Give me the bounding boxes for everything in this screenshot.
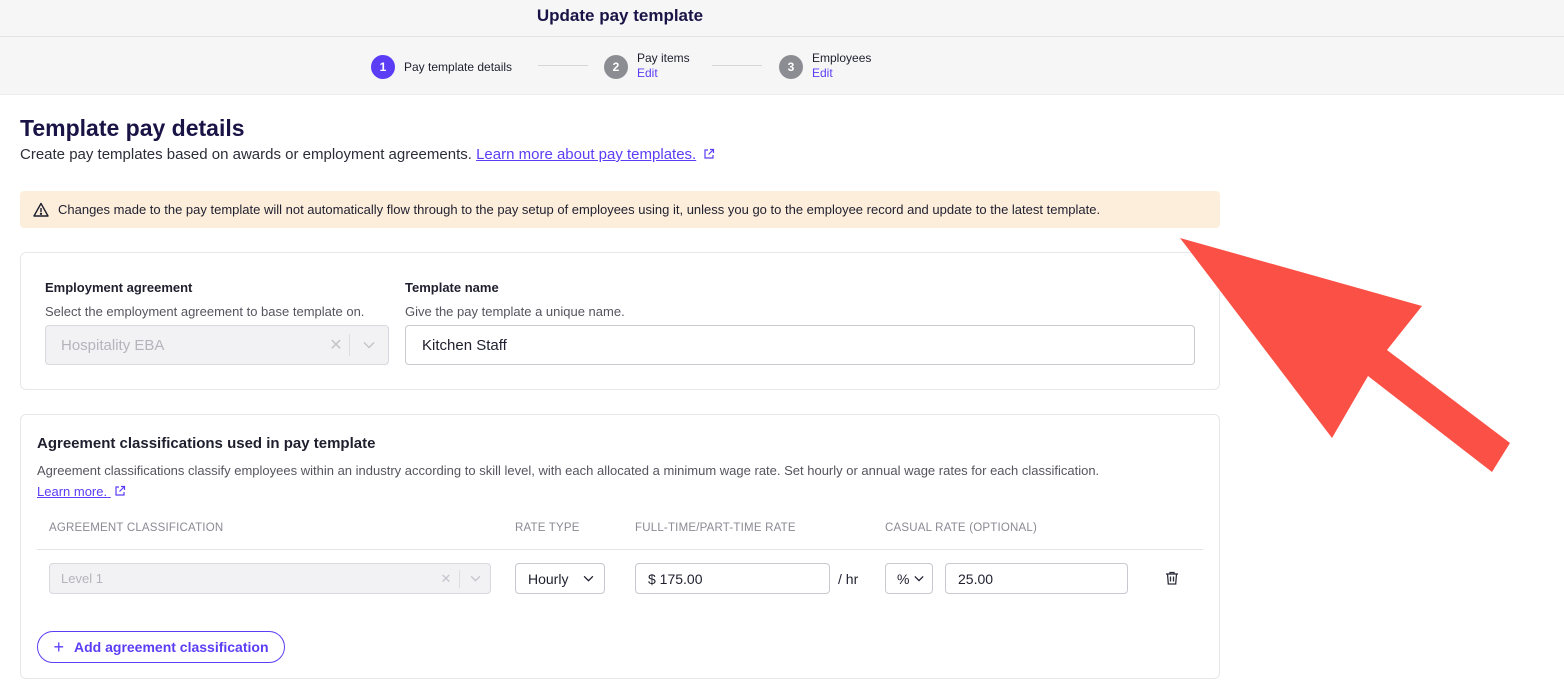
clear-icon[interactable]: ✕ [433,571,459,587]
classification-select[interactable]: Level 1 ✕ [49,563,491,594]
ft-pt-rate-input[interactable]: $ 175.00 [635,563,830,594]
chevron-down-icon [583,575,594,582]
column-header-casual-rate: CASUAL RATE (OPTIONAL) [885,522,1038,534]
learn-more-pay-templates-link[interactable]: Learn more about pay templates. [476,146,696,163]
template-name-label: Template name [405,280,499,295]
chevron-down-icon[interactable] [350,341,388,349]
external-link-icon[interactable] [703,148,715,160]
ft-pt-rate-value: $ 175.00 [648,570,703,587]
step-edit-link[interactable]: Edit [812,66,871,81]
warning-text: Changes made to the pay template will no… [58,202,1101,217]
learn-more-link-text: Learn more. [37,484,108,499]
classifications-description: Agreement classifications classify emplo… [37,463,1100,478]
template-name-value: Kitchen Staff [422,336,507,354]
column-header-classification: AGREEMENT CLASSIFICATION [49,522,224,534]
trash-icon[interactable] [1164,570,1180,586]
add-agreement-classification-label: Add agreement classification [74,639,269,655]
warning-banner: Changes made to the pay template will no… [20,191,1220,228]
chevron-down-icon[interactable] [460,575,490,582]
casual-mode-select[interactable]: % [885,563,933,594]
step-number: 1 [371,55,395,79]
classifications-title: Agreement classifications used in pay te… [37,435,376,452]
step-number: 2 [604,55,628,79]
employment-agreement-value: Hospitality EBA [61,336,165,354]
plus-icon: + [53,637,64,657]
step-employees[interactable]: 3 Employees Edit [779,50,871,81]
chevron-down-icon [914,575,924,582]
column-header-rate-type: RATE TYPE [515,522,580,534]
step-connector [712,65,762,66]
casual-rate-input[interactable]: 25.00 [945,563,1128,594]
step-label: Employees [812,51,872,65]
step-label: Pay items [637,51,690,65]
casual-mode-value: % [897,570,910,587]
rate-type-select[interactable]: Hourly [515,563,605,594]
template-name-help: Give the pay template a unique name. [405,304,625,319]
learn-more-link-text: Learn more about pay templates. [476,146,697,163]
step-pay-items[interactable]: 2 Pay items Edit [604,50,690,81]
casual-rate-value: 25.00 [958,570,994,587]
learn-more-link[interactable]: Learn more. [37,484,126,499]
column-header-ft-pt-rate: FULL-TIME/PART-TIME RATE [635,522,796,534]
classifications-card: Agreement classifications used in pay te… [20,414,1220,679]
header-bar: Update pay template 1 Pay template detai… [0,0,1564,95]
warning-triangle-icon [33,202,49,217]
page-subtitle-text: Create pay templates based on awards or … [20,146,472,163]
classification-value: Level 1 [61,571,103,586]
step-edit-link[interactable]: Edit [637,66,690,81]
page-title: Template pay details [20,115,245,141]
rate-unit-label: / hr [838,571,859,587]
table-header-divider [37,549,1203,550]
employment-agreement-help: Select the employment agreement to base … [45,304,365,319]
page-header-title: Update pay template [536,6,704,25]
header-divider [0,36,1564,37]
template-name-input[interactable]: Kitchen Staff [405,325,1195,365]
rate-type-value: Hourly [528,570,569,587]
employment-agreement-select[interactable]: Hospitality EBA ✕ [45,325,389,365]
page-subtitle: Create pay templates based on awards or … [20,146,715,163]
step-label: Pay template details [404,60,513,74]
step-connector [538,65,588,66]
external-link-icon [115,485,125,496]
add-agreement-classification-button[interactable]: + Add agreement classification [37,631,285,663]
step-pay-template-details[interactable]: 1 Pay template details [371,50,512,79]
clear-icon[interactable]: ✕ [323,335,349,355]
template-details-card: Employment agreement Select the employme… [20,252,1220,390]
annotation-arrow-icon [1180,238,1510,472]
step-number: 3 [779,55,803,79]
employment-agreement-label: Employment agreement [45,280,193,295]
